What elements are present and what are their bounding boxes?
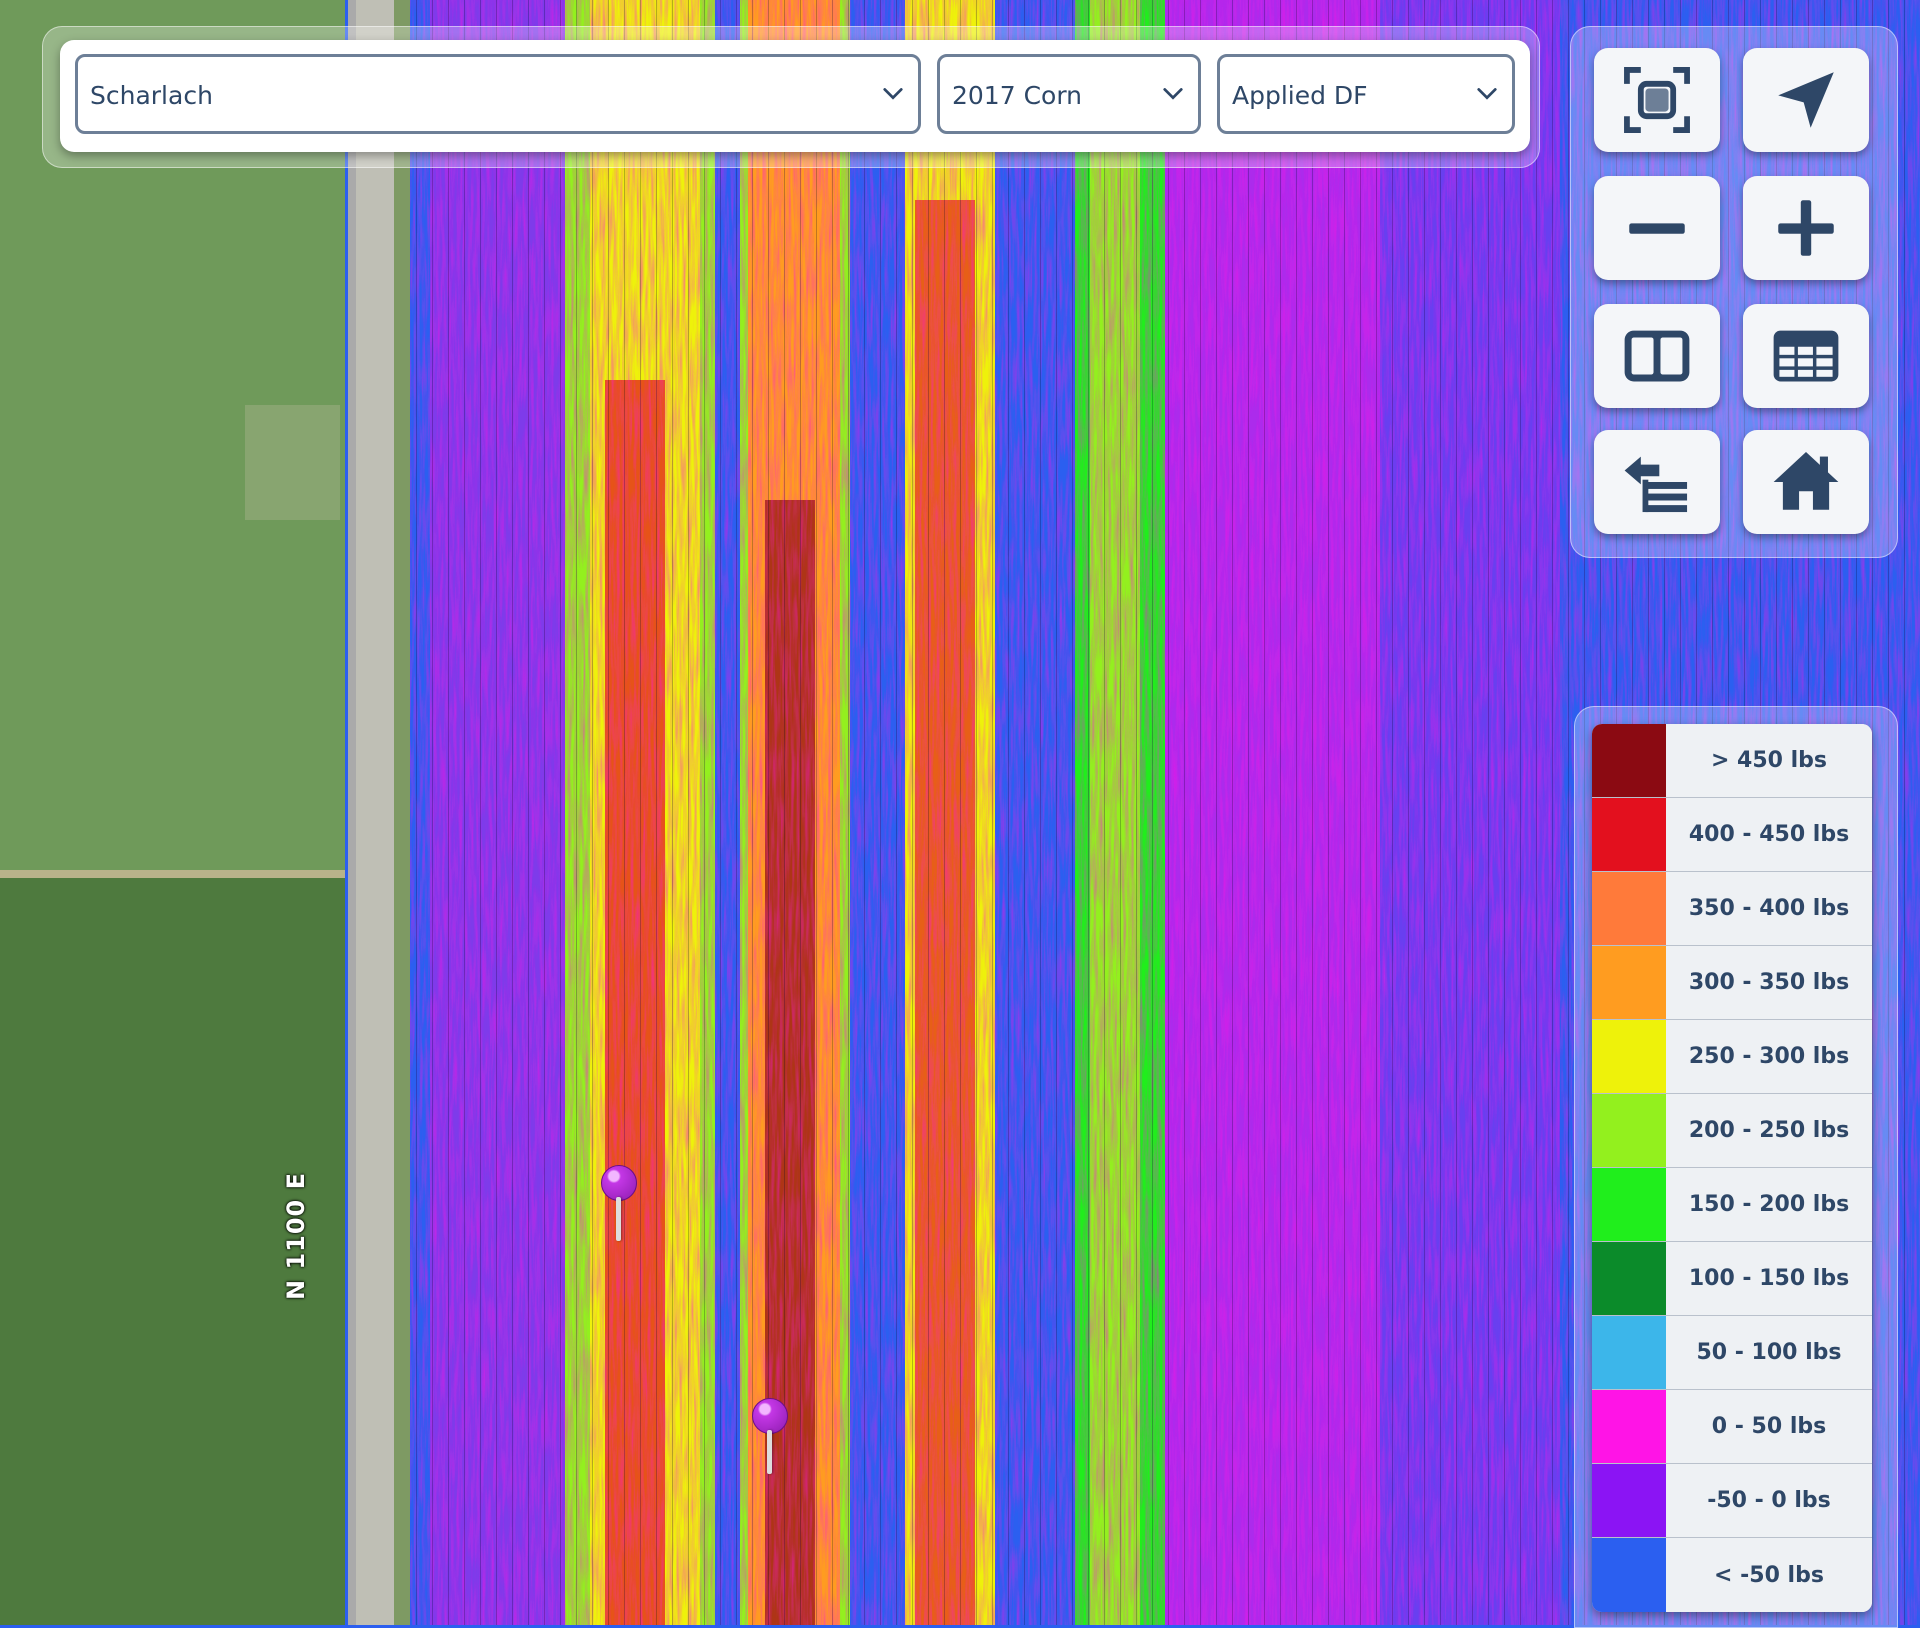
pin-stem <box>616 1197 621 1241</box>
legend-label: > 450 lbs <box>1666 724 1872 797</box>
chevron-down-icon <box>883 88 903 100</box>
home-icon <box>1773 451 1839 510</box>
legend-row: 350 - 400 lbs <box>1592 872 1872 946</box>
legend-label: 200 - 250 lbs <box>1666 1094 1872 1167</box>
legend-label: -50 - 0 lbs <box>1666 1464 1872 1537</box>
layer-dropdown-value: Applied DF <box>1232 81 1368 110</box>
fit-extent-icon <box>1624 67 1690 133</box>
map-pin[interactable] <box>752 1398 788 1478</box>
locate-button[interactable] <box>1743 48 1869 152</box>
minus-icon <box>1629 223 1685 234</box>
home-button[interactable] <box>1743 430 1869 534</box>
legend-label: 350 - 400 lbs <box>1666 872 1872 945</box>
layer-dropdown[interactable]: Applied DF <box>1217 54 1515 134</box>
legend-row: 0 - 50 lbs <box>1592 1390 1872 1464</box>
farm-dropdown[interactable]: Scharlach <box>75 54 921 134</box>
farm-lot <box>245 405 340 520</box>
map-pin[interactable] <box>601 1165 637 1245</box>
legend-row: 400 - 450 lbs <box>1592 798 1872 872</box>
season-dropdown-value: 2017 Corn <box>952 81 1083 110</box>
pin-head <box>601 1165 637 1201</box>
legend-row: 50 - 100 lbs <box>1592 1316 1872 1390</box>
legend-swatch <box>1592 724 1666 797</box>
road-edge <box>348 0 356 1625</box>
legend-row: < -50 lbs <box>1592 1538 1872 1612</box>
legend-row: 100 - 150 lbs <box>1592 1242 1872 1316</box>
chevron-down-icon <box>1477 88 1497 100</box>
fit-extent-button[interactable] <box>1594 48 1720 152</box>
legend-row: > 450 lbs <box>1592 724 1872 798</box>
legend-swatch <box>1592 872 1666 945</box>
field-boundary <box>0 870 345 878</box>
road-label: N 1100 E <box>282 1172 310 1300</box>
road <box>356 0 394 1625</box>
legend-label: 100 - 150 lbs <box>1666 1242 1872 1315</box>
zoom-in-button[interactable] <box>1743 176 1869 280</box>
legend-swatch <box>1592 1538 1666 1612</box>
chevron-down-icon <box>1163 88 1183 100</box>
legend-label: < -50 lbs <box>1666 1538 1872 1612</box>
legend-swatch <box>1592 1464 1666 1537</box>
legend: > 450 lbs 400 - 450 lbs 350 - 400 lbs 300 -… <box>1592 724 1872 1612</box>
legend-swatch <box>1592 946 1666 1019</box>
legend-swatch <box>1592 1316 1666 1389</box>
legend-label: 0 - 50 lbs <box>1666 1390 1872 1463</box>
legend-label: 50 - 100 lbs <box>1666 1316 1872 1389</box>
legend-row: -50 - 0 lbs <box>1592 1464 1872 1538</box>
legend-label: 250 - 300 lbs <box>1666 1020 1872 1093</box>
zoom-out-button[interactable] <box>1594 176 1720 280</box>
legend-row: 250 - 300 lbs <box>1592 1020 1872 1094</box>
legend-row: 300 - 350 lbs <box>1592 946 1872 1020</box>
legend-row: 200 - 250 lbs <box>1592 1094 1872 1168</box>
legend-row: 150 - 200 lbs <box>1592 1168 1872 1242</box>
pin-head <box>752 1398 788 1434</box>
plus-icon <box>1778 200 1834 256</box>
legend-label: 400 - 450 lbs <box>1666 798 1872 871</box>
switch-layer-icon <box>1624 456 1688 513</box>
legend-swatch <box>1592 1390 1666 1463</box>
legend-label: 300 - 350 lbs <box>1666 946 1872 1019</box>
legend-swatch <box>1592 1168 1666 1241</box>
selector-bar: Scharlach 2017 Corn Applied DF <box>60 40 1530 152</box>
table-icon <box>1773 330 1839 382</box>
road-shoulder <box>394 0 410 1625</box>
switch-layer-button[interactable] <box>1594 430 1720 534</box>
table-view-button[interactable] <box>1743 304 1869 408</box>
legend-swatch <box>1592 1242 1666 1315</box>
split-view-button[interactable] <box>1594 304 1720 408</box>
season-dropdown[interactable]: 2017 Corn <box>937 54 1201 134</box>
farm-dropdown-value: Scharlach <box>90 81 213 110</box>
legend-swatch <box>1592 1094 1666 1167</box>
legend-swatch <box>1592 1020 1666 1093</box>
split-view-icon <box>1624 330 1690 382</box>
legend-label: 150 - 200 lbs <box>1666 1168 1872 1241</box>
navigation-arrow-icon <box>1778 72 1834 128</box>
legend-swatch <box>1592 798 1666 871</box>
pin-stem <box>767 1430 772 1474</box>
